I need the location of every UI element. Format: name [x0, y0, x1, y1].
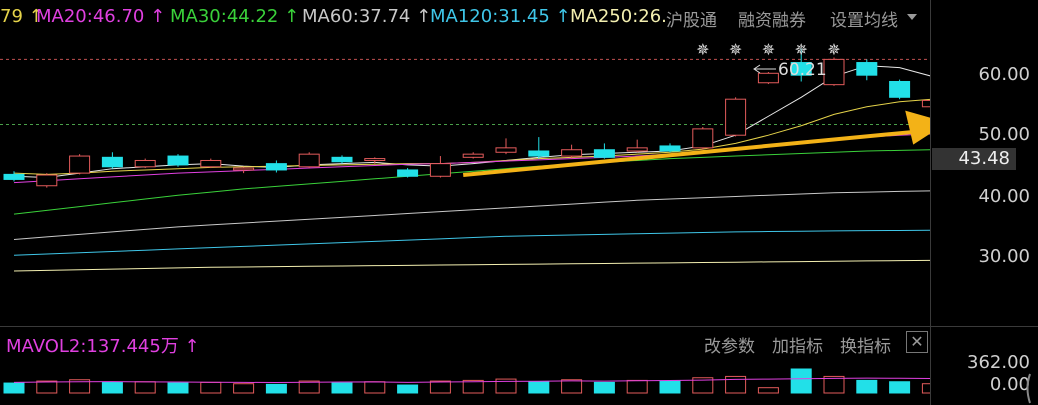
- volume-bar: [134, 381, 156, 394]
- volume-chart[interactable]: [0, 345, 930, 405]
- volume-bar: [200, 381, 222, 394]
- price-tick: 30.00: [978, 246, 1030, 267]
- volume-bar: [364, 381, 386, 394]
- volume-bar: [265, 383, 287, 394]
- candle-body: [757, 72, 779, 84]
- candle-body: [429, 163, 451, 177]
- ma-line-ma250: [13, 259, 930, 272]
- volume-bar: [528, 381, 550, 394]
- candle-body: [36, 174, 58, 187]
- volume-bar: [790, 368, 812, 394]
- candle-body: [397, 169, 419, 177]
- candle-body: [593, 149, 615, 158]
- volume-bar: [167, 382, 189, 394]
- candlestick-chart[interactable]: ✵ ✵ ✵ ✵ ✵ 60.21: [0, 0, 930, 326]
- candle-body: [134, 159, 156, 168]
- ma-line-ma30: [13, 149, 930, 215]
- candle-body: [69, 155, 91, 174]
- candle-body: [626, 147, 648, 152]
- candle-body: [889, 81, 911, 98]
- candle-body: [659, 145, 681, 152]
- panel-divider: [0, 326, 1038, 327]
- volume-bar: [3, 382, 25, 394]
- current-price-tag: 43.48: [932, 148, 1016, 170]
- volume-bar: [101, 381, 123, 394]
- candle-body: [3, 173, 25, 180]
- candle-body: [725, 98, 747, 136]
- candle-body: [462, 153, 484, 158]
- candle-body: [200, 159, 222, 168]
- candle-body: [167, 155, 189, 166]
- axis-divider: [930, 0, 931, 405]
- candle-body: [265, 163, 287, 171]
- volume-bar: [561, 379, 583, 394]
- candle-body: [495, 147, 517, 153]
- volume-bar: [921, 383, 930, 394]
- volume-bar: [757, 387, 779, 394]
- snowflake-icon: ✵: [762, 40, 775, 59]
- volume-tick: 362.00: [967, 352, 1030, 373]
- snowflake-icon: ✵: [794, 40, 807, 59]
- trend-arrow-head: [905, 110, 930, 145]
- volume-bar: [331, 382, 353, 394]
- price-tick: 60.00: [978, 64, 1030, 85]
- price-tick: 40.00: [978, 186, 1030, 207]
- candle-body: [331, 156, 353, 163]
- volume-bar: [233, 383, 255, 394]
- candle-body: [561, 149, 583, 157]
- candle-body: [233, 167, 255, 171]
- volume-bar: [36, 380, 58, 394]
- snowflake-icon: ✵: [827, 40, 840, 59]
- candle-body: [364, 158, 386, 161]
- volume-bar: [889, 381, 911, 394]
- candle-body: [298, 153, 320, 168]
- snowflake-icon: ✵: [696, 40, 709, 59]
- snowflake-icon: ✵: [729, 40, 742, 59]
- high-price-label: 60.21: [778, 60, 827, 80]
- volume-bar: [298, 380, 320, 394]
- candle-body: [921, 99, 930, 108]
- ma-line-ma120: [13, 229, 930, 256]
- volume-bar: [429, 380, 451, 394]
- volume-bar: [593, 381, 615, 394]
- candle-body: [101, 156, 123, 168]
- candle-body: [692, 128, 714, 149]
- candle-body: [823, 58, 845, 86]
- volume-bar: [397, 384, 419, 394]
- candle-body: [528, 150, 550, 157]
- volume-bar: [659, 380, 681, 394]
- volume-bar: [626, 379, 648, 394]
- volume-bar: [856, 379, 878, 394]
- scroll-handle[interactable]: [1024, 372, 1032, 405]
- price-tick: 50.00: [978, 124, 1030, 145]
- candle-body: [856, 62, 878, 76]
